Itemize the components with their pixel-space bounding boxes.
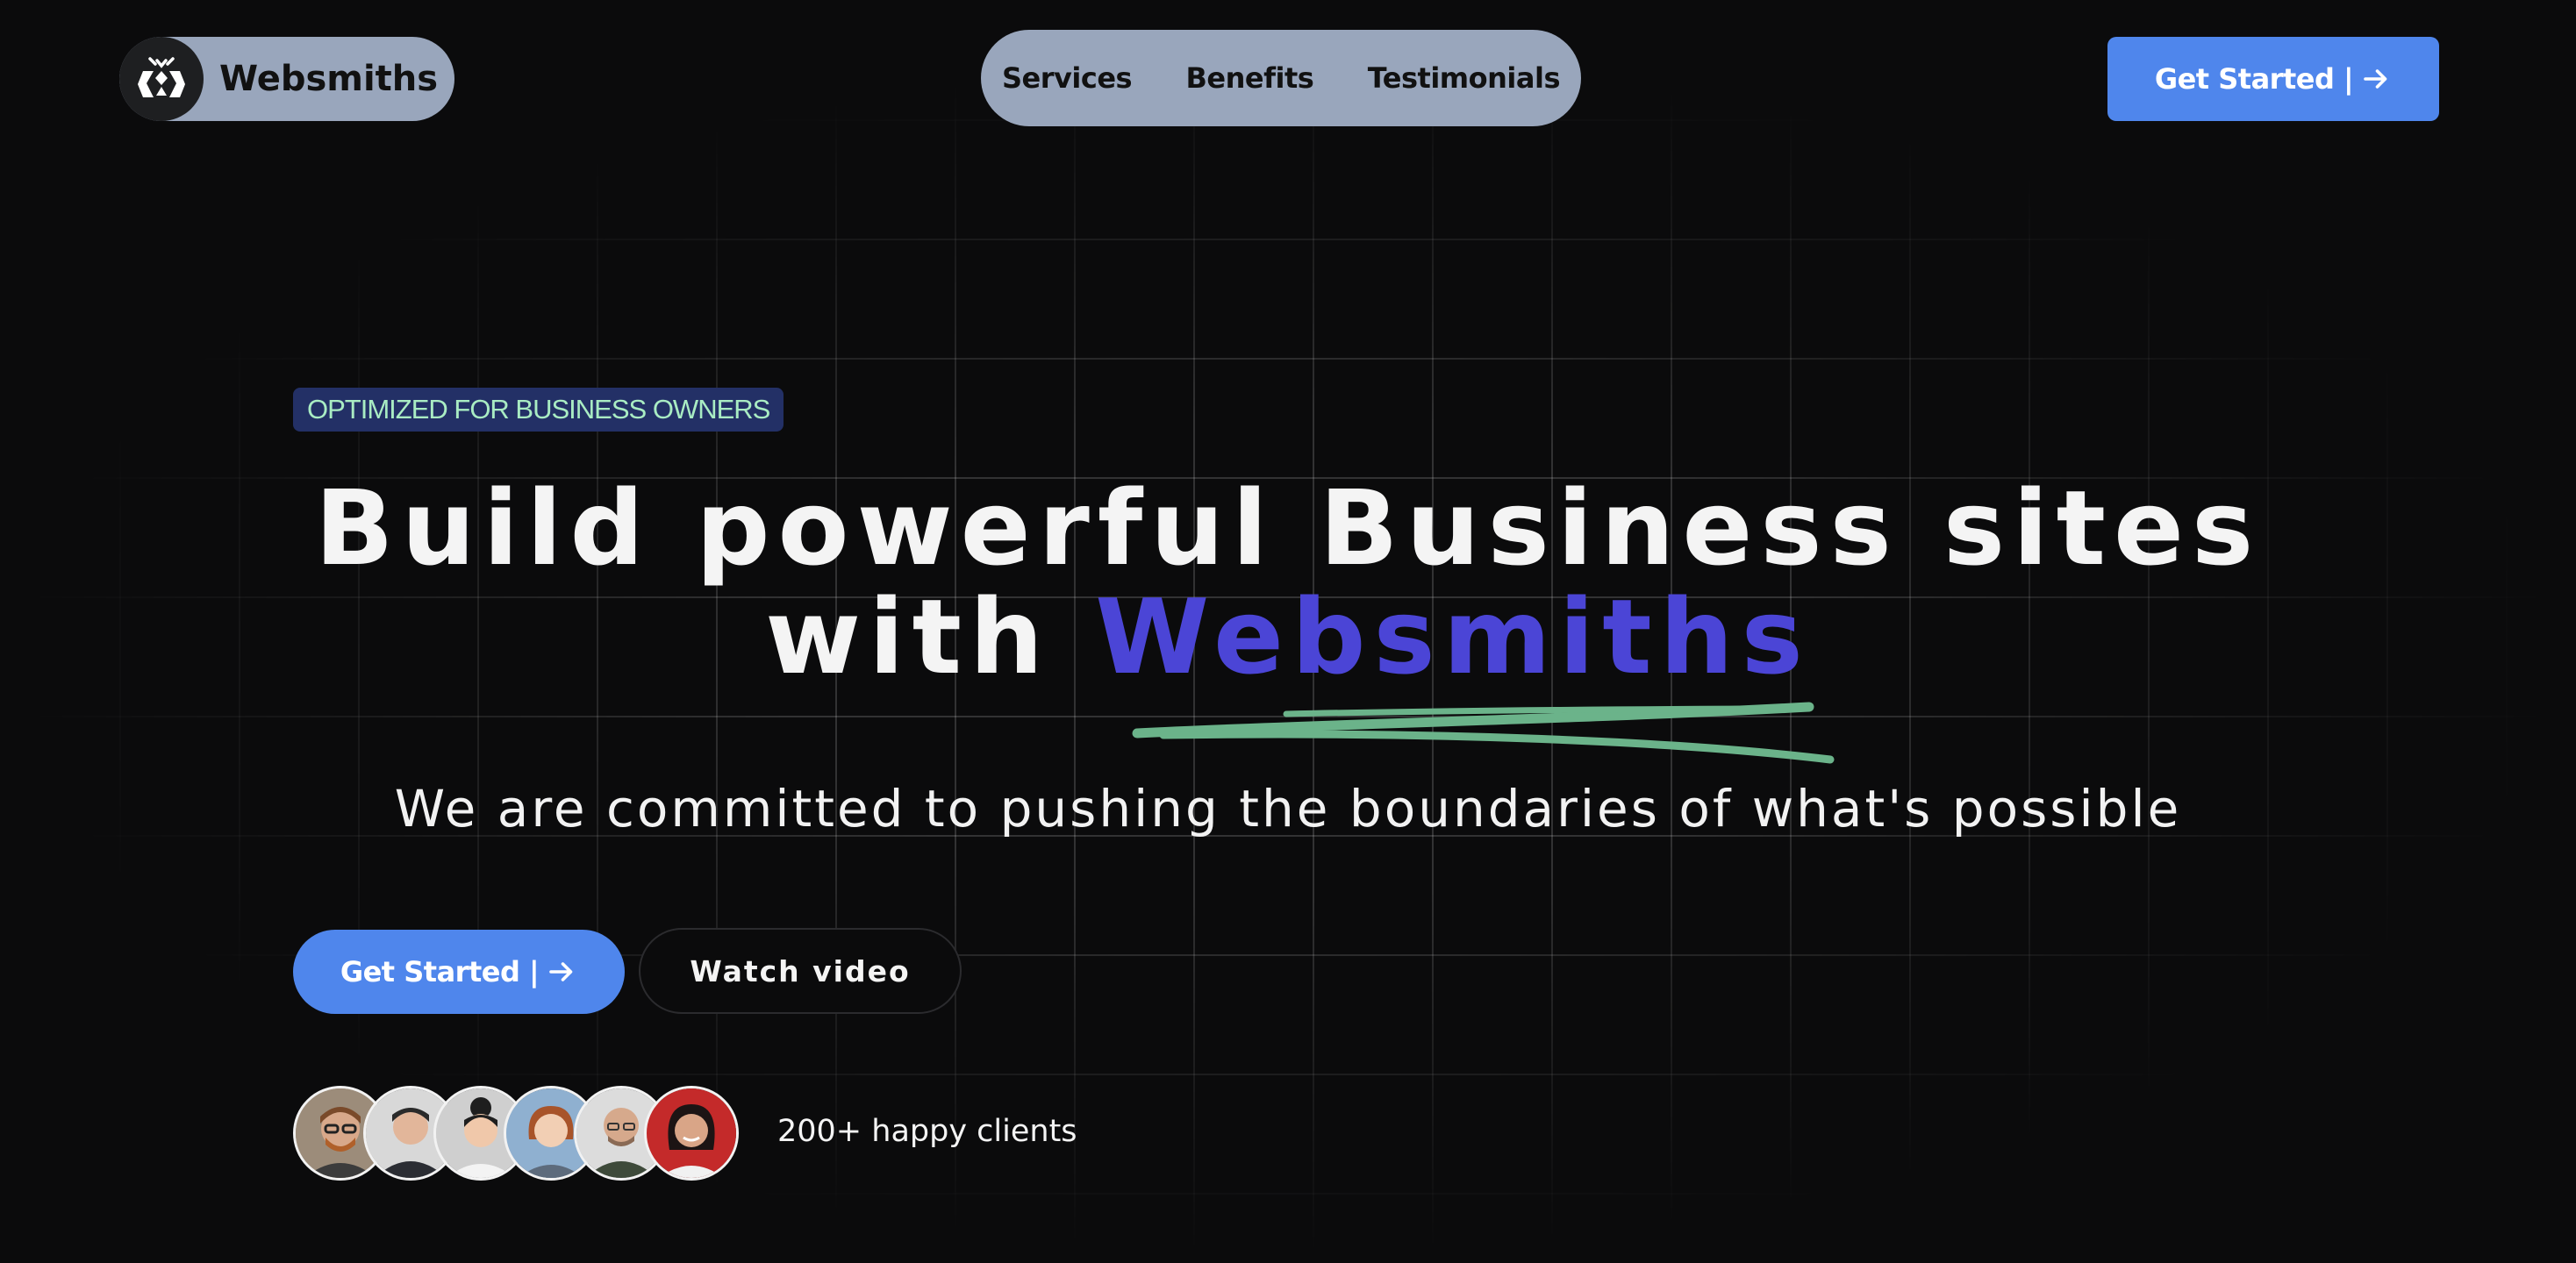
main-nav: Services Benefits Testimonials	[981, 30, 1581, 126]
hero-get-started-label: Get Started |	[340, 955, 540, 988]
header-get-started-label: Get Started |	[2154, 62, 2354, 96]
client-avatars	[293, 1086, 739, 1184]
headline-with: with	[765, 576, 1052, 697]
brand-pill[interactable]: Websmiths	[119, 37, 454, 121]
audience-badge: OPTIMIZED FOR BUSINESS OWNERS	[293, 388, 784, 432]
headline-line-2: with Websmiths	[0, 582, 2576, 691]
arrow-right-icon	[2364, 69, 2387, 89]
landing-page: Websmiths Services Benefits Testimonials…	[0, 0, 2576, 1263]
nav-item-services[interactable]: Services	[1002, 61, 1133, 95]
arrow-right-icon	[549, 962, 573, 981]
headline-line-1: Build powerful Business sites	[314, 467, 2262, 589]
hero-subtitle: We are committed to pushing the boundari…	[394, 779, 2182, 838]
scribble-underline	[1132, 702, 1835, 764]
watch-video-button[interactable]: Watch video	[639, 928, 962, 1014]
headline-accent: Websmiths	[1095, 576, 1811, 697]
nav-item-testimonials[interactable]: Testimonials	[1368, 61, 1561, 95]
brand-name: Websmiths	[219, 59, 439, 99]
watch-video-label: Watch video	[690, 953, 911, 988]
hero-headline: Build powerful Business sites with Websm…	[0, 474, 2576, 691]
websmiths-logo-icon	[119, 37, 204, 121]
avatar	[644, 1086, 739, 1181]
header-get-started-button[interactable]: Get Started |	[2107, 37, 2439, 121]
happy-clients-text: 200+ happy clients	[777, 1114, 1077, 1149]
hero-get-started-button[interactable]: Get Started |	[293, 930, 625, 1014]
nav-item-benefits[interactable]: Benefits	[1185, 61, 1313, 95]
